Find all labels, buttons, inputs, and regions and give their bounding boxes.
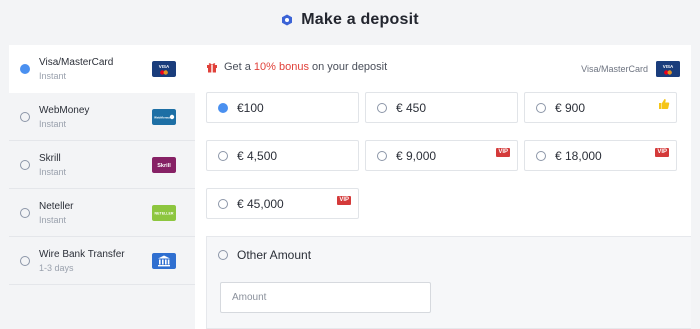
svg-text:NETELLER: NETELLER: [155, 212, 174, 216]
other-amount-option[interactable]: Other Amount: [218, 248, 311, 262]
header: Make a deposit: [0, 0, 700, 40]
svg-text:Skrill: Skrill: [157, 163, 171, 169]
visa-mastercard-logo: VISA: [152, 61, 176, 77]
amount-value: € 4,500: [237, 148, 278, 163]
amount-option-900[interactable]: € 900: [524, 92, 677, 123]
page-title: Make a deposit: [301, 11, 419, 28]
selected-method-label: Visa/MasterCard: [581, 64, 648, 74]
amount-option-18000[interactable]: € 18,000 VIP: [524, 140, 677, 171]
amount-value: € 18,000: [555, 148, 602, 163]
sidebar-item-webmoney[interactable]: WebMoney Instant WebMoney: [9, 93, 195, 141]
thumbs-up-icon: [659, 99, 670, 109]
method-name: Skrill: [39, 152, 61, 164]
gift-icon: [207, 63, 217, 73]
amount-value: € 450: [396, 100, 427, 115]
method-processing-time: 1-3 days: [39, 262, 74, 273]
hexagon-logo-icon: [282, 14, 293, 26]
radio-unselected-icon[interactable]: [377, 150, 387, 161]
method-processing-time: Instant: [39, 118, 67, 129]
radio-unselected-icon[interactable]: [536, 150, 546, 161]
bonus-banner: Get a 10% bonus on your deposit: [206, 61, 387, 73]
method-processing-time: Instant: [39, 166, 67, 177]
amount-value: € 900: [555, 100, 586, 115]
amount-option-100[interactable]: €100: [206, 92, 359, 123]
amount-input[interactable]: [220, 282, 431, 313]
bonus-prefix: Get a: [224, 61, 251, 73]
sidebar-item-skrill[interactable]: Skrill Instant Skrill: [9, 141, 195, 189]
method-name: Neteller: [39, 200, 74, 212]
bank-icon: [152, 253, 176, 269]
amount-option-9000[interactable]: € 9,000 VIP: [365, 140, 518, 171]
radio-unselected-icon[interactable]: [377, 102, 387, 113]
method-name: Wire Bank Transfer: [39, 248, 125, 260]
method-processing-time: Instant: [39, 71, 67, 81]
amount-option-45000[interactable]: € 45,000 VIP: [206, 188, 359, 219]
method-processing-time: Instant: [39, 214, 67, 225]
sidebar-item-neteller[interactable]: Neteller Instant NETELLER: [9, 189, 195, 237]
amount-value: € 45,000: [237, 196, 284, 211]
sidebar-item-wire-bank-transfer[interactable]: Wire Bank Transfer 1-3 days: [9, 237, 195, 285]
radio-unselected-icon[interactable]: [20, 111, 30, 122]
method-name: Visa/MasterCard: [39, 57, 114, 68]
radio-unselected-icon[interactable]: [536, 102, 546, 113]
vip-badge: VIP: [337, 196, 351, 205]
amount-option-4500[interactable]: € 4,500: [206, 140, 359, 171]
radio-selected-icon[interactable]: [218, 102, 228, 113]
deposit-panel: Get a 10% bonus on your deposit Visa/Mas…: [195, 45, 691, 329]
other-amount-section: Other Amount: [206, 236, 691, 329]
svg-text:WebMoney: WebMoney: [154, 116, 170, 120]
neteller-logo: NETELLER: [152, 205, 176, 221]
bonus-suffix: on your deposit: [311, 61, 388, 73]
radio-unselected-icon[interactable]: [20, 255, 30, 266]
radio-unselected-icon[interactable]: [20, 207, 30, 218]
amount-value: € 9,000: [396, 148, 437, 163]
payment-methods-sidebar: Visa/MasterCard Instant VISA WebMoney In…: [9, 45, 195, 329]
visa-mastercard-logo: VISA: [656, 61, 680, 77]
amount-option-450[interactable]: € 450: [365, 92, 518, 123]
bonus-highlight: 10% bonus: [253, 61, 309, 73]
amount-value: €100: [237, 100, 264, 115]
radio-unselected-icon[interactable]: [20, 159, 30, 170]
radio-unselected-icon[interactable]: [218, 198, 228, 209]
method-name: WebMoney: [39, 104, 90, 116]
radio-unselected-icon[interactable]: [218, 150, 228, 161]
webmoney-logo: WebMoney: [152, 109, 176, 125]
vip-badge: VIP: [655, 148, 669, 157]
svg-text:VISA: VISA: [159, 64, 170, 69]
radio-unselected-icon[interactable]: [218, 250, 228, 260]
svg-text:VISA: VISA: [663, 64, 674, 69]
other-amount-label: Other Amount: [237, 248, 312, 262]
sidebar-item-visa-mastercard[interactable]: Visa/MasterCard Instant VISA: [9, 45, 195, 93]
skrill-logo: Skrill: [152, 157, 176, 173]
vip-badge: VIP: [496, 148, 510, 157]
radio-selected-icon[interactable]: [20, 64, 30, 74]
